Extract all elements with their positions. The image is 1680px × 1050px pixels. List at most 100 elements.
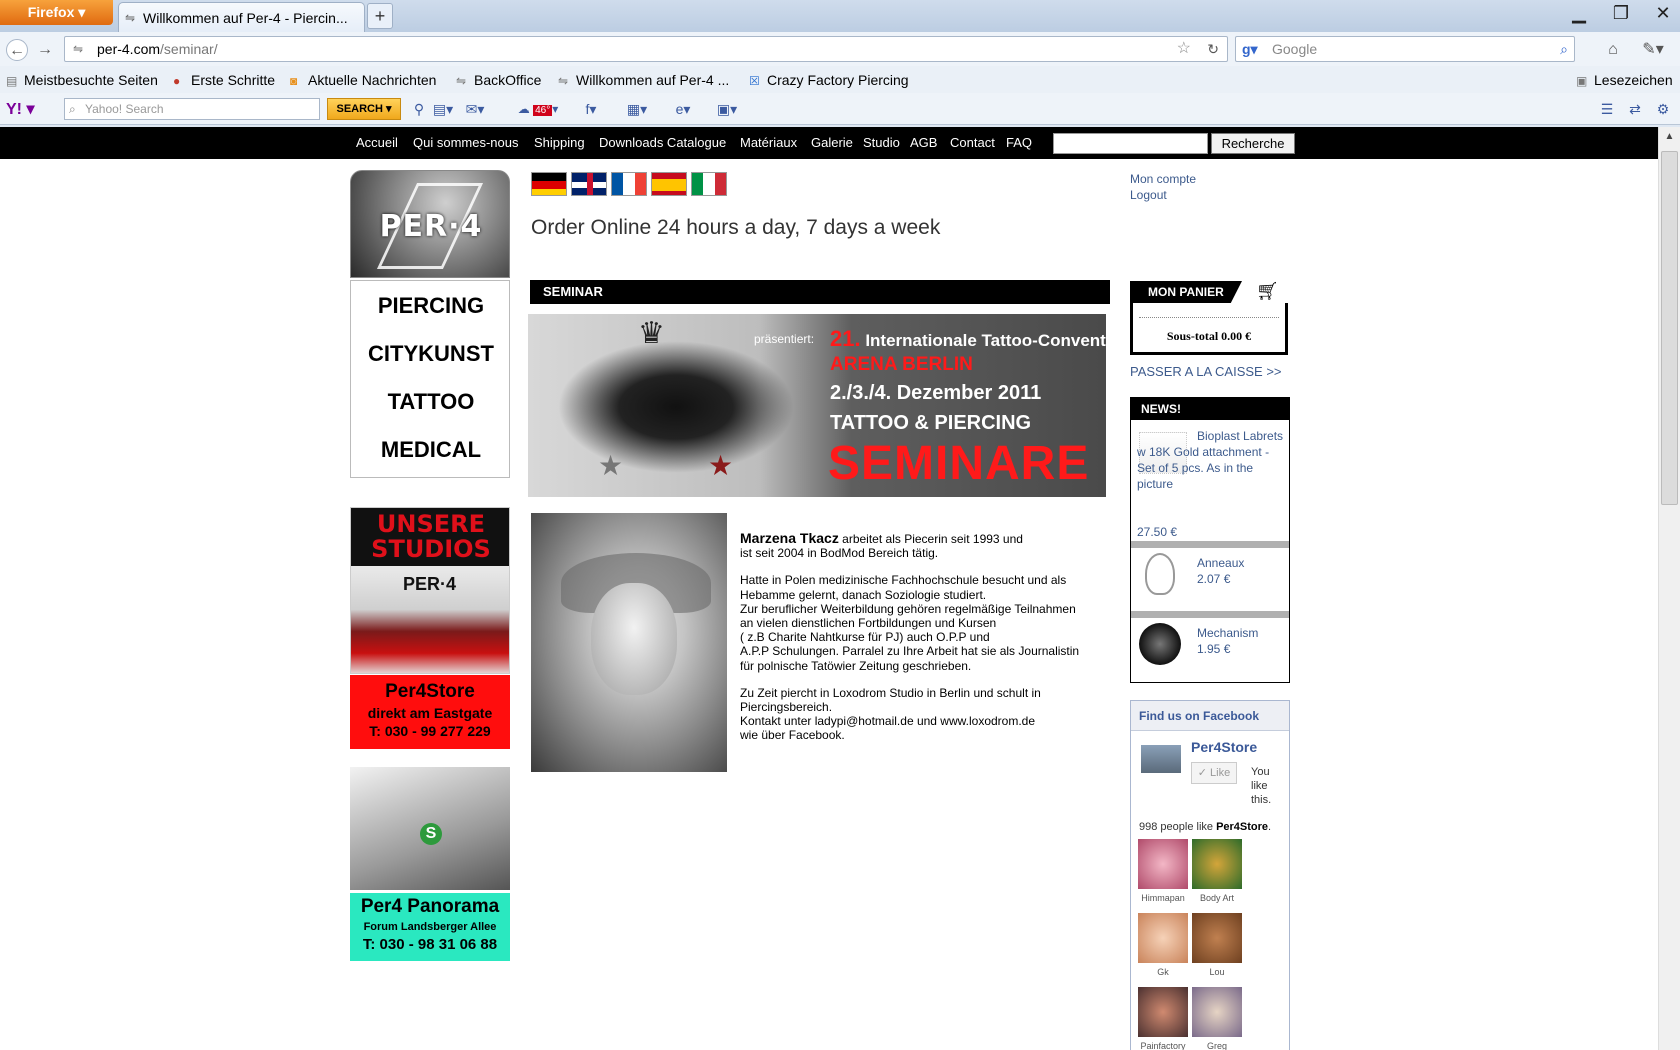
bookmark-star-icon[interactable]: ☆: [1177, 37, 1191, 61]
ad-studios-heading: UNSERE STUDIOS: [351, 508, 509, 566]
category-piercing[interactable]: PIERCING: [351, 293, 511, 319]
nav-galerie[interactable]: Galerie: [811, 135, 853, 150]
news-separator: [1131, 541, 1289, 548]
bookmark-crazy-factory[interactable]: ☒ Crazy Factory Piercing: [749, 70, 909, 91]
news-item[interactable]: Bioplast Labrets w 18K Gold attachment -…: [1131, 428, 1289, 539]
fan-avatar[interactable]: Body Art: [1191, 839, 1243, 903]
bookmark-most-visited[interactable]: ▤ Meistbesuchte Seiten: [6, 70, 158, 91]
nav-accueil[interactable]: Accueil: [356, 135, 398, 150]
nav-agb[interactable]: AGB: [910, 135, 937, 150]
news-item-title[interactable]: Anneaux: [1197, 555, 1285, 571]
yahoo-search-button[interactable]: SEARCH ▾: [327, 98, 401, 120]
bookmark-per4[interactable]: ⇋ Willkommen auf Per-4 ...: [558, 70, 729, 91]
facebook-icon[interactable]: f▾: [580, 99, 602, 119]
seminar-banner: ♛ ★ ★ präsentiert: 21. Internationale Ta…: [528, 314, 1106, 497]
site-identity-icon[interactable]: ⇋: [73, 37, 83, 61]
fan-avatar[interactable]: Lou: [1191, 913, 1243, 977]
cart-header: MON PANIER 🛒︎: [1130, 281, 1289, 303]
yahoo-logo-icon[interactable]: Y! ▾: [6, 99, 34, 119]
close-window-button[interactable]: ✕: [1651, 2, 1675, 26]
bio-text: Marzena Tkacz arbeitet als Piecerin seit…: [740, 531, 1110, 756]
firefox-menu-button[interactable]: Firefox ▾: [0, 0, 113, 25]
fan-avatar[interactable]: Gk: [1137, 913, 1189, 977]
ad-per4-panorama[interactable]: Per4 Panorama Forum Landsberger Allee T:…: [350, 893, 510, 961]
bookmark-news[interactable]: ◙ Aktuelle Nachrichten: [290, 70, 436, 91]
plug-thumbnail: [1139, 623, 1181, 665]
forward-arrow-icon[interactable]: →: [34, 39, 56, 61]
bookmark-getting-started[interactable]: ● Erste Schritte: [173, 70, 275, 91]
new-tab-button[interactable]: +: [367, 3, 393, 29]
panorama-subtitle: Forum Landsberger Allee: [363, 921, 497, 933]
bookmark-backoffice[interactable]: ⇋ BackOffice: [456, 70, 541, 91]
link-my-account[interactable]: Mon compte: [1130, 171, 1196, 187]
fan-avatar[interactable]: Greg: [1191, 987, 1243, 1050]
photos-icon[interactable]: ▦▾: [626, 99, 648, 119]
site-search-button[interactable]: Recherche: [1211, 133, 1295, 154]
back-arrow-icon[interactable]: ←: [6, 39, 28, 61]
studio-sign: PER·4: [403, 574, 457, 594]
category-citykunst[interactable]: CITYKUNST: [351, 341, 511, 367]
flag-italian-icon[interactable]: [691, 172, 727, 196]
news-item-title[interactable]: Mechanism: [1197, 625, 1285, 641]
nav-downloads-catalogue[interactable]: Downloads Catalogue: [599, 135, 726, 150]
home-icon[interactable]: ⌂: [1600, 39, 1626, 61]
facebook-page-thumbnail[interactable]: [1141, 745, 1181, 773]
nav-qui-sommes-nous[interactable]: Qui sommes-nous: [413, 135, 518, 150]
fan-avatar[interactable]: Himmapan: [1137, 839, 1189, 903]
bookmarks-menu[interactable]: ▣ Lesezeichen: [1576, 70, 1673, 91]
toolbar-swap-icon[interactable]: ⇄: [1624, 99, 1646, 119]
bookmarks-tool-icon[interactable]: ▤▾: [432, 99, 454, 119]
link-logout[interactable]: Logout: [1130, 187, 1196, 203]
checkout-link[interactable]: PASSER A LA CAISSE >>: [1130, 364, 1282, 379]
tab-active[interactable]: ⇋ Willkommen auf Per-4 - Piercin...: [118, 2, 365, 32]
search-icon: ⌕: [69, 102, 76, 116]
news-item[interactable]: Anneaux 2.07 €: [1131, 553, 1289, 613]
site-favicon-icon: ⇋: [456, 74, 467, 88]
star-icon: ★: [708, 450, 734, 481]
nav-materiaux[interactable]: Matériaux: [740, 135, 797, 150]
fan-avatar[interactable]: Painfactory: [1137, 987, 1189, 1050]
category-medical[interactable]: MEDICAL: [351, 437, 511, 463]
ebay-icon[interactable]: e▾: [672, 99, 694, 119]
reload-icon[interactable]: ↻: [1207, 37, 1219, 61]
banner-dates: 2./3./4. Dezember 2011: [830, 382, 1042, 404]
category-tattoo[interactable]: TATTOO: [351, 389, 511, 415]
url-bar[interactable]: ⇋ per-4.com/seminar/ ☆ ↻: [64, 36, 1228, 62]
google-icon[interactable]: g▾: [1242, 37, 1258, 61]
flag-spanish-icon[interactable]: [651, 172, 687, 196]
scroll-up-arrow-icon[interactable]: ▲: [1659, 127, 1680, 147]
web-search-input[interactable]: g▾ Google ⌕: [1235, 36, 1575, 62]
panorama-photo[interactable]: S: [350, 767, 510, 890]
yahoo-search-input[interactable]: ⌕ Yahoo! Search: [64, 98, 320, 120]
toolbar-list-icon[interactable]: ☰: [1596, 99, 1618, 119]
flag-german-icon[interactable]: [531, 172, 567, 196]
page-scrollbar[interactable]: ▲: [1658, 127, 1680, 1050]
ad-unsere-studios[interactable]: UNSERE STUDIOS PER·4: [350, 507, 510, 674]
flag-french-icon[interactable]: [611, 172, 647, 196]
weather-icon[interactable]: ☁ 46° ▾: [510, 99, 566, 119]
minimize-button[interactable]: ▁: [1567, 2, 1591, 26]
pencil-icon[interactable]: ⚲: [408, 99, 430, 119]
nav-faq[interactable]: FAQ: [1006, 135, 1032, 150]
facebook-widget: Find us on Facebook Per4Store ✓ Like You…: [1130, 700, 1290, 1050]
ad-per4store[interactable]: Per4Store direkt am Eastgate T: 030 - 99…: [350, 675, 510, 749]
restore-button[interactable]: ❐: [1609, 2, 1633, 26]
cart-icon[interactable]: 🛒︎: [1256, 281, 1279, 302]
url-domain: per-4.com: [97, 41, 161, 57]
gear-icon[interactable]: ⚙: [1652, 99, 1674, 119]
nav-studio[interactable]: Studio: [863, 135, 900, 150]
nav-contact[interactable]: Contact: [950, 135, 995, 150]
news-item-title[interactable]: Bioplast Labrets w 18K Gold attachment -…: [1137, 428, 1287, 492]
addon-menu-icon[interactable]: ✎▾: [1636, 39, 1670, 61]
shopping-icon[interactable]: ▣▾: [716, 99, 738, 119]
news-item[interactable]: Mechanism 1.95 €: [1131, 623, 1289, 683]
nav-shipping[interactable]: Shipping: [534, 135, 585, 150]
search-icon[interactable]: ⌕: [1560, 37, 1568, 61]
site-logo[interactable]: PER·4: [350, 170, 510, 278]
scrollbar-thumb[interactable]: [1661, 151, 1678, 505]
site-search-input[interactable]: [1053, 133, 1208, 154]
like-button[interactable]: ✓ Like: [1191, 762, 1237, 784]
mail-icon[interactable]: ✉▾: [464, 99, 486, 119]
facebook-page-name[interactable]: Per4Store: [1191, 739, 1257, 755]
flag-uk-icon[interactable]: [571, 172, 607, 196]
